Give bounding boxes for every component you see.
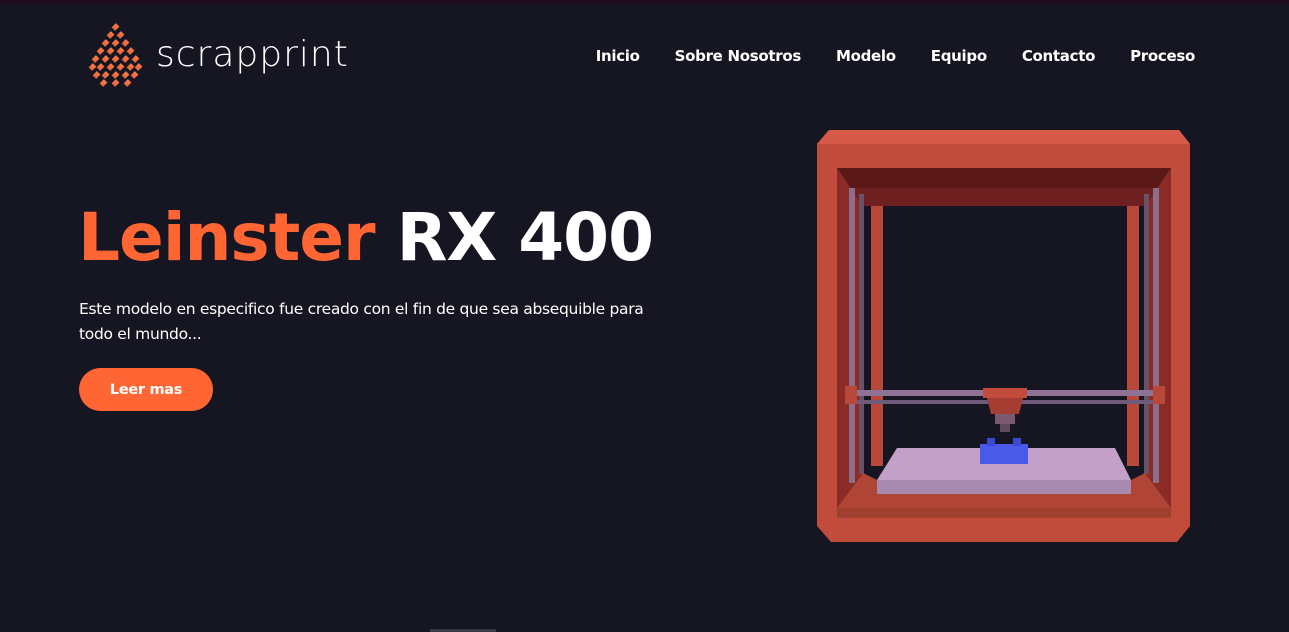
hero-title: Leinster RX 400 — [78, 198, 654, 278]
hero-title-accent: Leinster — [78, 199, 376, 276]
brand-logo[interactable]: scrapprint — [84, 22, 349, 92]
top-border — [0, 0, 1289, 4]
hero-description: Este modelo en especifico fue creado con… — [79, 300, 644, 343]
nav-item-inicio[interactable]: Inicio — [596, 47, 640, 65]
brand-name: scrapprint — [156, 33, 349, 75]
nav-item-sobre-nosotros[interactable]: Sobre Nosotros — [675, 47, 802, 65]
nav-item-modelo[interactable]: Modelo — [836, 47, 896, 65]
diamond-mesh-icon — [88, 23, 143, 87]
read-more-button[interactable]: Leer mas — [79, 368, 213, 411]
main-nav: Inicio Sobre Nosotros Modelo Equipo Cont… — [596, 47, 1196, 65]
nav-item-equipo[interactable]: Equipo — [931, 47, 987, 65]
nav-item-proceso[interactable]: Proceso — [1130, 47, 1195, 65]
nav-item-contacto[interactable]: Contacto — [1022, 47, 1096, 65]
hero-title-model: RX 400 — [396, 199, 654, 276]
3d-printer-image — [817, 130, 1190, 542]
